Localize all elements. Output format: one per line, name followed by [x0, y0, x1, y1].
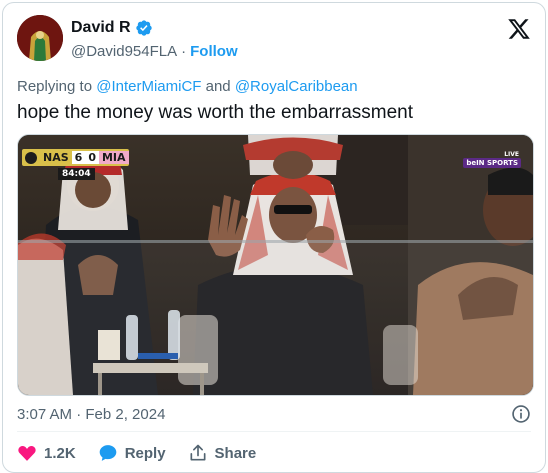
tweet-text: hope the money was worth the embarrassme…: [17, 102, 414, 123]
league-logo-icon: [25, 151, 37, 164]
mention-royalcaribbean[interactable]: @RoyalCaribbean: [235, 78, 358, 95]
replying-to-prefix: Replying to: [17, 78, 93, 95]
scorebug: NAS 6 0 MIA: [22, 149, 129, 166]
separator: ·: [181, 43, 187, 60]
tweet-timestamp[interactable]: 3:07 AM · Feb 2, 2024: [17, 406, 165, 423]
display-name[interactable]: David R: [71, 19, 131, 37]
handle[interactable]: @David954FLA: [71, 43, 177, 60]
divider: [17, 431, 531, 432]
replying-to-line: Replying to @InterMiamiCF and @RoyalCari…: [17, 78, 358, 95]
scorebug-score1: 6: [71, 151, 86, 164]
scorebug-team1: NAS: [43, 151, 69, 164]
follow-button[interactable]: Follow: [190, 43, 238, 60]
x-logo-icon[interactable]: [507, 17, 531, 41]
share-button[interactable]: Share: [188, 443, 257, 463]
timestamp-row: 3:07 AM · Feb 2, 2024: [17, 403, 531, 425]
share-icon: [188, 443, 208, 463]
stadium-crowd-photo: [18, 135, 533, 395]
like-count: 1.2K: [44, 444, 76, 462]
action-bar: 1.2K Reply Share: [17, 443, 256, 463]
tweet-card: David R @David954FLA · Follow Replying t…: [2, 2, 546, 473]
replying-to-conjunction: and: [205, 78, 231, 95]
like-button[interactable]: 1.2K: [17, 443, 76, 463]
share-label: Share: [214, 444, 257, 462]
scorebug-clock: 84:04: [58, 168, 95, 180]
reply-button[interactable]: Reply: [98, 443, 166, 463]
reply-label: Reply: [124, 444, 166, 462]
mention-intermiamicf[interactable]: @InterMiamiCF: [96, 78, 201, 95]
reply-bubble-icon: [98, 443, 118, 463]
verified-badge-icon: [135, 19, 153, 37]
handle-row: @David954FLA · Follow: [71, 43, 238, 60]
info-icon[interactable]: [511, 404, 531, 424]
heart-icon: [17, 443, 37, 463]
broadcaster-live-tag: LIVE: [504, 151, 519, 158]
broadcaster-logo: beIN SPORTS: [463, 158, 521, 168]
tweet-media-image[interactable]: NAS 6 0 MIA 84:04 LIVE beIN SPORTS: [17, 134, 534, 396]
avatar[interactable]: [17, 15, 63, 61]
avatar-image: [17, 15, 63, 61]
scorebug-team2: MIA: [98, 151, 129, 164]
scorebug-score2: 0: [85, 151, 99, 164]
name-row: David R: [71, 19, 153, 37]
